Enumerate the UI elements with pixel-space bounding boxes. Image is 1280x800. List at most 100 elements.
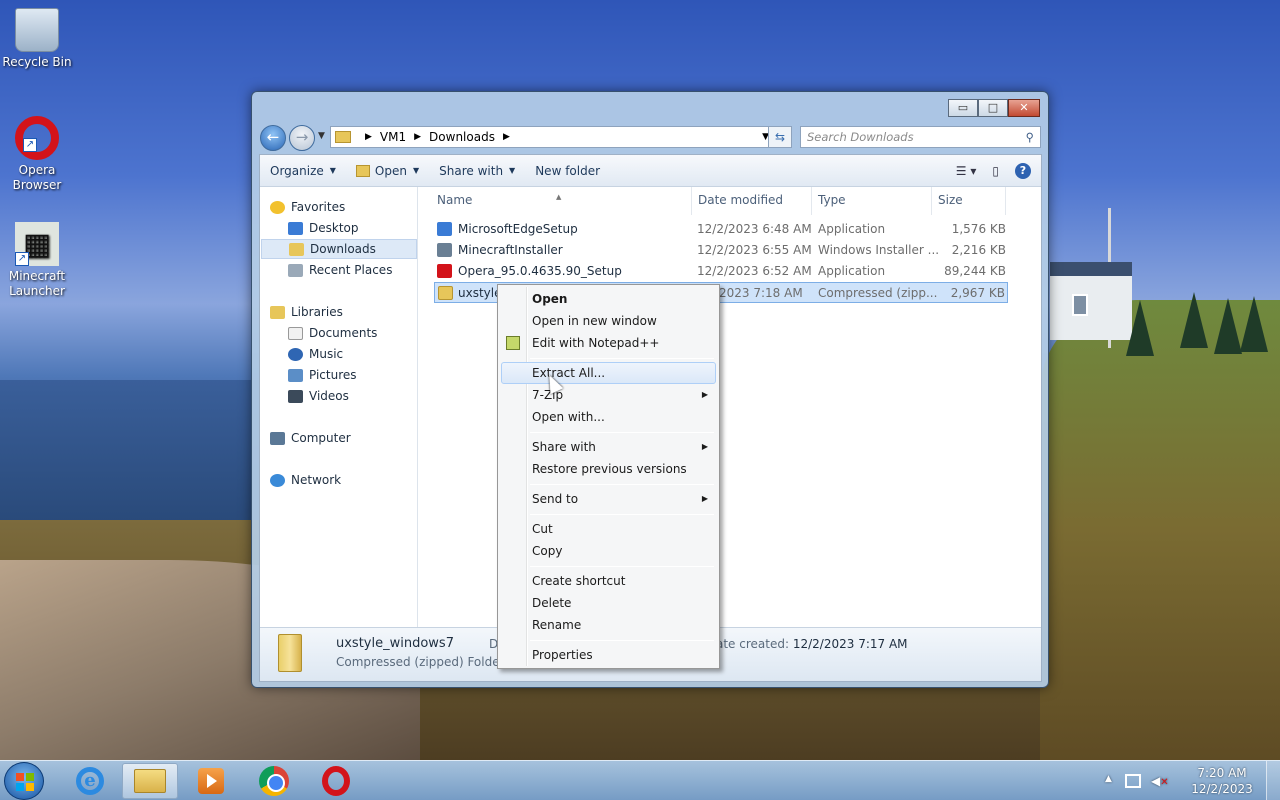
- show-hidden-icons-button[interactable]: ▲: [1105, 774, 1112, 784]
- file-row[interactable]: Opera_95.0.4635.90_Setup 12/2/2023 6:52 …: [434, 261, 1008, 282]
- wallpaper-tree: [1180, 292, 1208, 348]
- documents-icon: [288, 326, 303, 340]
- nav-downloads[interactable]: Downloads: [261, 239, 417, 259]
- menu-item-send-to[interactable]: Send to ▶: [501, 488, 716, 510]
- menu-item-open[interactable]: Open: [501, 288, 716, 310]
- breadcrumb-separator-icon[interactable]: ▶: [414, 132, 421, 142]
- file-explorer-icon: [134, 769, 166, 793]
- taskbar-opera[interactable]: [308, 763, 364, 799]
- menu-item-open-new-window[interactable]: Open in new window: [501, 310, 716, 332]
- folder-icon: [335, 131, 351, 143]
- forward-arrow-icon: →: [295, 128, 309, 146]
- recent-places-icon: [288, 263, 303, 277]
- nav-recent-places[interactable]: Recent Places: [288, 260, 392, 280]
- nav-label: Pictures: [309, 368, 357, 382]
- search-input[interactable]: Search Downloads ⚲: [800, 126, 1041, 148]
- menu-item-edit-notepad[interactable]: Edit with Notepad++: [501, 332, 716, 354]
- menu-item-share-with[interactable]: Share with ▶: [501, 436, 716, 458]
- volume-muted-icon[interactable]: ◀✕: [1151, 774, 1169, 788]
- column-size[interactable]: Size: [938, 193, 963, 207]
- taskbar-explorer[interactable]: [122, 763, 178, 799]
- nav-music[interactable]: Music: [288, 344, 343, 364]
- clock[interactable]: 7:20 AM 12/2/2023: [1187, 765, 1257, 797]
- nav-pictures[interactable]: Pictures: [288, 365, 357, 385]
- breadcrumb-vm1[interactable]: VM1: [380, 130, 406, 144]
- menu-item-7zip[interactable]: 7-Zip ▶: [501, 384, 716, 406]
- network-status-icon[interactable]: [1125, 774, 1141, 788]
- taskbar-media-player[interactable]: [183, 763, 239, 799]
- menu-item-open-with[interactable]: Open with...: [501, 406, 716, 428]
- nav-label: Network: [291, 473, 342, 487]
- desktop-icon-minecraft[interactable]: ▦ ↗ Minecraft Launcher: [0, 222, 74, 299]
- refresh-icon: ⇆: [774, 130, 786, 144]
- menu-item-delete[interactable]: Delete: [501, 592, 716, 614]
- breadcrumb-separator-icon[interactable]: ▶: [503, 132, 510, 142]
- close-button[interactable]: ✕: [1008, 99, 1040, 117]
- libraries-icon: [270, 305, 285, 319]
- column-name[interactable]: Name: [437, 193, 472, 207]
- search-icon[interactable]: ⚲: [1026, 127, 1034, 147]
- address-bar[interactable]: ▶ VM1 ▶ Downloads ▶ ▼: [330, 126, 776, 148]
- nav-libraries[interactable]: Libraries: [270, 302, 343, 322]
- submenu-arrow-icon: ▶: [701, 390, 708, 399]
- menu-item-copy[interactable]: Copy: [501, 540, 716, 562]
- minimize-button[interactable]: ▭: [948, 99, 978, 117]
- shortcut-arrow-icon: ↗: [15, 252, 29, 266]
- menu-item-restore-previous[interactable]: Restore previous versions: [501, 458, 716, 480]
- column-date-modified[interactable]: Date modified: [698, 193, 783, 207]
- file-date: 12/2/2023 6:52 AM: [697, 264, 812, 278]
- back-button[interactable]: ←: [260, 125, 286, 151]
- navigation-pane: Favorites Desktop Downloads Recent Place…: [260, 187, 418, 627]
- menu-item-cut[interactable]: Cut: [501, 518, 716, 540]
- nav-network[interactable]: Network: [270, 470, 341, 490]
- nav-label: Music: [309, 347, 344, 361]
- nav-favorites[interactable]: Favorites: [270, 197, 345, 217]
- nav-computer[interactable]: Computer: [270, 428, 351, 448]
- menu-item-extract-all[interactable]: Extract All...: [501, 362, 716, 384]
- videos-icon: [288, 389, 303, 403]
- file-row[interactable]: MicrosoftEdgeSetup 12/2/2023 6:48 AM App…: [434, 219, 1008, 240]
- nav-videos[interactable]: Videos: [288, 386, 349, 406]
- column-type[interactable]: Type: [818, 193, 846, 207]
- share-with-button[interactable]: Share with ▼: [429, 155, 525, 186]
- file-row[interactable]: MinecraftInstaller 12/2/2023 6:55 AM Win…: [434, 240, 1008, 261]
- view-options-icon[interactable]: ☰ ▾: [956, 164, 977, 178]
- breadcrumb-downloads[interactable]: Downloads: [429, 130, 495, 144]
- nav-label: Computer: [291, 431, 351, 445]
- menu-item-create-shortcut[interactable]: Create shortcut: [501, 570, 716, 592]
- nav-desktop[interactable]: Desktop: [288, 218, 359, 238]
- desktop-icon-recycle-bin[interactable]: Recycle Bin: [0, 8, 74, 69]
- recent-pages-dropdown[interactable]: ▼: [318, 131, 325, 141]
- help-icon[interactable]: ?: [1015, 163, 1031, 179]
- start-button[interactable]: [4, 762, 44, 800]
- desktop-icon-label: Minecraft Launcher: [8, 269, 66, 298]
- taskbar-internet-explorer[interactable]: e: [62, 763, 118, 799]
- forward-button[interactable]: →: [289, 125, 315, 151]
- zip-folder-icon: [438, 286, 453, 300]
- wallpaper-hill: [1040, 300, 1280, 760]
- organize-button[interactable]: Organize ▼: [260, 155, 346, 186]
- system-tray: ▲ ◀✕ 7:20 AM 12/2/2023: [1105, 761, 1280, 800]
- pictures-icon: [288, 368, 303, 382]
- open-label: Open: [374, 163, 407, 178]
- menu-item-rename[interactable]: Rename: [501, 614, 716, 636]
- submenu-arrow-icon: ▶: [701, 494, 708, 503]
- details-date-created: ate created: 12/2/2023 7:17 AM: [716, 637, 908, 651]
- opera-icon: ↗: [15, 116, 59, 160]
- open-button[interactable]: Open ▼: [346, 155, 429, 186]
- file-size: 1,576 KB: [951, 222, 1006, 236]
- new-folder-button[interactable]: New folder: [525, 155, 610, 186]
- maximize-button[interactable]: □: [978, 99, 1008, 117]
- menu-item-properties[interactable]: Properties: [501, 644, 716, 666]
- file-size: 2,967 KB: [950, 286, 1005, 300]
- preview-pane-icon[interactable]: ▯: [992, 164, 999, 178]
- nav-documents[interactable]: Documents: [288, 323, 377, 343]
- show-desktop-button[interactable]: [1266, 761, 1280, 800]
- star-icon: [270, 200, 285, 214]
- taskbar-chrome[interactable]: [246, 763, 302, 799]
- file-size: 2,216 KB: [951, 243, 1006, 257]
- refresh-button[interactable]: ⇆: [768, 126, 792, 148]
- desktop-icon-opera[interactable]: ↗ Opera Browser: [0, 116, 74, 193]
- new-folder-label: New folder: [535, 163, 601, 178]
- minecraft-icon: ▦ ↗: [15, 222, 59, 266]
